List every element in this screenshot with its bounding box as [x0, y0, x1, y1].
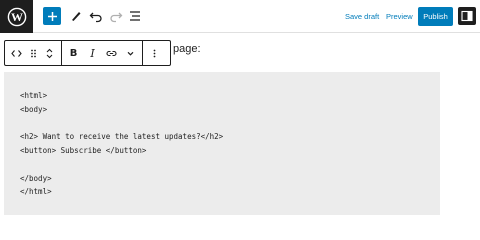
- code-line: <button> Subscribe </button>: [20, 146, 147, 155]
- code-line: </html>: [20, 187, 52, 196]
- code-line: <h2> Want to receive the latest updates?…: [20, 132, 224, 141]
- code-line: <html>: [20, 91, 48, 100]
- document-overview-button[interactable]: [126, 7, 144, 25]
- paragraph-text[interactable]: page:: [173, 43, 201, 55]
- code-block[interactable]: <html> <body> <h2> Want to receive the l…: [4, 72, 440, 215]
- bold-button[interactable]: B: [64, 41, 83, 65]
- redo-icon: [110, 12, 123, 23]
- settings-button[interactable]: [458, 7, 476, 25]
- save-draft-button[interactable]: Save draft: [345, 12, 379, 21]
- drag-handle-icon: [30, 49, 36, 57]
- code-icon: [11, 49, 22, 57]
- link-button[interactable]: [102, 41, 121, 65]
- move-up-down-icon: [46, 48, 53, 58]
- block-toolbar-group-options: [143, 41, 166, 65]
- svg-text:W: W: [11, 10, 23, 24]
- block-options-button[interactable]: [145, 41, 164, 65]
- tools-button[interactable]: [67, 7, 85, 25]
- preview-button[interactable]: Preview: [386, 12, 413, 21]
- publish-button[interactable]: Publish: [418, 7, 453, 26]
- drag-handle[interactable]: [26, 41, 40, 65]
- add-block-button[interactable]: [43, 7, 61, 25]
- block-toolbar-group-format: B I: [62, 41, 143, 65]
- redo-button[interactable]: [107, 7, 125, 25]
- sidebar-icon: [461, 10, 473, 22]
- link-icon: [106, 50, 117, 56]
- more-formats-button[interactable]: [121, 41, 140, 65]
- move-up-down-button[interactable]: [40, 41, 59, 65]
- wordpress-icon[interactable]: W: [0, 0, 33, 33]
- code-block-type-button[interactable]: [7, 41, 26, 65]
- italic-button[interactable]: I: [83, 41, 102, 65]
- undo-icon: [89, 12, 102, 23]
- code-line: </body>: [20, 174, 52, 183]
- plus-icon: [47, 11, 57, 21]
- block-toolbar: B I: [4, 40, 171, 66]
- undo-button[interactable]: [87, 7, 105, 25]
- code-line: <body>: [20, 105, 48, 114]
- editor-top-bar: W Save draft Preview Publish: [0, 0, 480, 33]
- chevron-down-icon: [127, 51, 134, 56]
- pen-icon: [72, 12, 81, 21]
- block-toolbar-group-block: [5, 41, 62, 65]
- list-view-icon: [130, 11, 140, 21]
- more-options-icon: [153, 49, 156, 57]
